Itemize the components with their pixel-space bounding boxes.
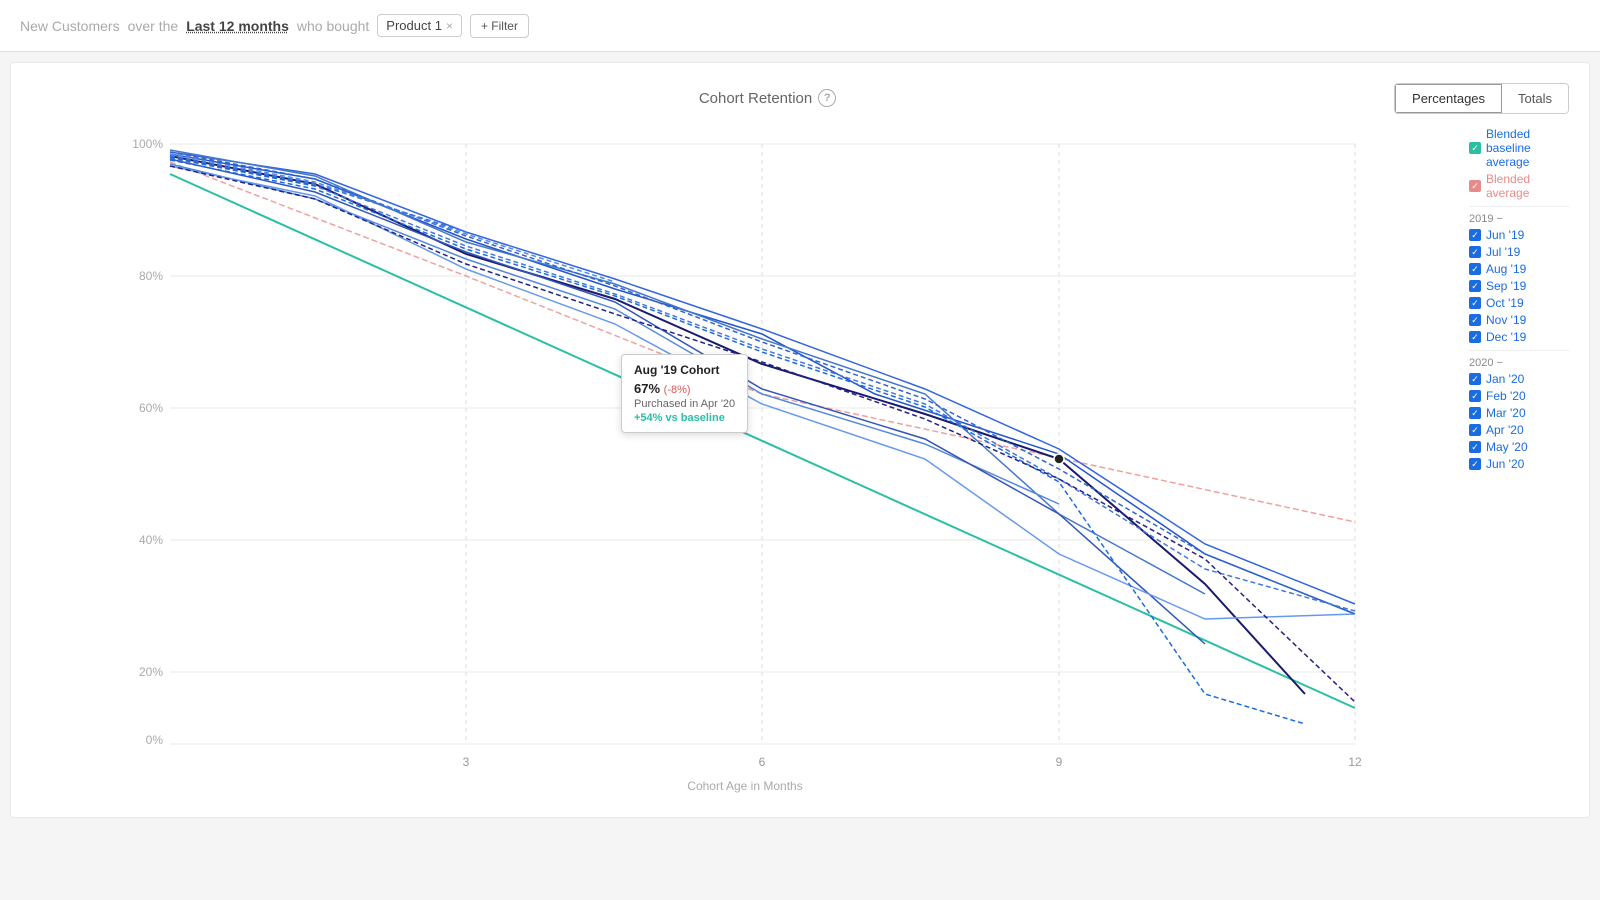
toggle-buttons: Percentages Totals: [1394, 83, 1569, 114]
svg-text:3: 3: [463, 755, 470, 769]
legend-aug-19-checkbox[interactable]: [1469, 263, 1481, 275]
help-icon[interactable]: ?: [818, 89, 836, 107]
svg-text:0%: 0%: [146, 733, 164, 747]
percentages-button[interactable]: Percentages: [1394, 83, 1503, 114]
over-the-label: over the: [128, 18, 179, 34]
legend-blended-baseline[interactable]: Blended baseline average: [1469, 127, 1569, 169]
legend-blended-baseline-label: Blended baseline average: [1486, 127, 1569, 169]
product-pill-close[interactable]: ×: [446, 19, 453, 33]
legend-may-20[interactable]: May '20: [1469, 440, 1569, 454]
chart-legend: Blended baseline average Blended average…: [1459, 124, 1569, 797]
add-filter-button[interactable]: + Filter: [470, 14, 529, 38]
legend-aug-19[interactable]: Aug '19: [1469, 262, 1569, 276]
who-bought-label: who bought: [297, 18, 369, 34]
chart-area: 100% 80% 60% 40% 20% 0%: [31, 124, 1569, 797]
legend-dec-19[interactable]: Dec '19: [1469, 330, 1569, 344]
chart-canvas-area: 100% 80% 60% 40% 20% 0%: [31, 124, 1459, 797]
legend-jun-19-checkbox[interactable]: [1469, 229, 1481, 241]
chart-header: Cohort Retention ? Percentages Totals: [31, 83, 1569, 114]
legend-blended-average-checkbox[interactable]: [1469, 180, 1481, 192]
svg-text:60%: 60%: [139, 401, 163, 415]
chart-title-text: Cohort Retention: [699, 90, 812, 107]
svg-text:9: 9: [1056, 755, 1063, 769]
legend-sep-19-checkbox[interactable]: [1469, 280, 1481, 292]
chart-title-area: Cohort Retention ?: [141, 89, 1394, 108]
product-filter-pill[interactable]: Product 1 ×: [377, 14, 462, 37]
legend-jun-20[interactable]: Jun '20: [1469, 457, 1569, 471]
chart-svg: 100% 80% 60% 40% 20% 0%: [31, 124, 1459, 784]
legend-jul-19-label: Jul '19: [1486, 245, 1520, 259]
legend-jul-19-checkbox[interactable]: [1469, 246, 1481, 258]
legend-oct-19-checkbox[interactable]: [1469, 297, 1481, 309]
legend-apr-20[interactable]: Apr '20: [1469, 423, 1569, 437]
legend-sep-19-label: Sep '19: [1486, 279, 1526, 293]
legend-nov-19[interactable]: Nov '19: [1469, 313, 1569, 327]
legend-dec-19-checkbox[interactable]: [1469, 331, 1481, 343]
period-value[interactable]: Last 12 months: [186, 18, 289, 34]
legend-blended-label: Blended average: [1486, 172, 1569, 200]
svg-text:80%: 80%: [139, 269, 163, 283]
legend-apr-20-checkbox[interactable]: [1469, 424, 1481, 436]
legend-oct-19[interactable]: Oct '19: [1469, 296, 1569, 310]
legend-2019-header: 2019 −: [1469, 213, 1569, 225]
tooltip-dot: [1054, 454, 1064, 464]
legend-feb-20-label: Feb '20: [1486, 389, 1526, 403]
new-customers-label: New Customers: [20, 18, 120, 34]
legend-feb-20[interactable]: Feb '20: [1469, 389, 1569, 403]
svg-text:12: 12: [1348, 755, 1362, 769]
legend-jan-20-checkbox[interactable]: [1469, 373, 1481, 385]
top-bar: New Customers over the Last 12 months wh…: [0, 0, 1600, 52]
legend-mar-20-label: Mar '20: [1486, 406, 1526, 420]
legend-nov-19-label: Nov '19: [1486, 313, 1526, 327]
svg-text:100%: 100%: [132, 137, 163, 151]
legend-oct-19-label: Oct '19: [1486, 296, 1524, 310]
legend-jan-20[interactable]: Jan '20: [1469, 372, 1569, 386]
legend-separator-1: [1469, 206, 1569, 207]
legend-apr-20-label: Apr '20: [1486, 423, 1524, 437]
legend-jul-19[interactable]: Jul '19: [1469, 245, 1569, 259]
chart-title: Cohort Retention ?: [699, 89, 836, 107]
totals-button[interactable]: Totals: [1502, 84, 1568, 113]
svg-text:6: 6: [759, 755, 766, 769]
legend-feb-20-checkbox[interactable]: [1469, 390, 1481, 402]
svg-text:40%: 40%: [139, 533, 163, 547]
legend-mar-20-checkbox[interactable]: [1469, 407, 1481, 419]
legend-may-20-checkbox[interactable]: [1469, 441, 1481, 453]
legend-separator-2: [1469, 350, 1569, 351]
legend-jun-19[interactable]: Jun '19: [1469, 228, 1569, 242]
legend-jun-19-label: Jun '19: [1486, 228, 1524, 242]
legend-jun-20-label: Jun '20: [1486, 457, 1524, 471]
legend-nov-19-checkbox[interactable]: [1469, 314, 1481, 326]
legend-sep-19[interactable]: Sep '19: [1469, 279, 1569, 293]
legend-jun-20-checkbox[interactable]: [1469, 458, 1481, 470]
main-content: Cohort Retention ? Percentages Totals 10…: [10, 62, 1590, 818]
legend-may-20-label: May '20: [1486, 440, 1528, 454]
legend-dec-19-label: Dec '19: [1486, 330, 1526, 344]
legend-aug-19-label: Aug '19: [1486, 262, 1526, 276]
legend-jan-20-label: Jan '20: [1486, 372, 1524, 386]
legend-blended-baseline-checkbox[interactable]: [1469, 142, 1481, 154]
legend-2020-header: 2020 −: [1469, 357, 1569, 369]
legend-blended-average[interactable]: Blended average: [1469, 172, 1569, 200]
svg-text:20%: 20%: [139, 665, 163, 679]
product-pill-label: Product 1: [386, 18, 442, 33]
legend-mar-20[interactable]: Mar '20: [1469, 406, 1569, 420]
